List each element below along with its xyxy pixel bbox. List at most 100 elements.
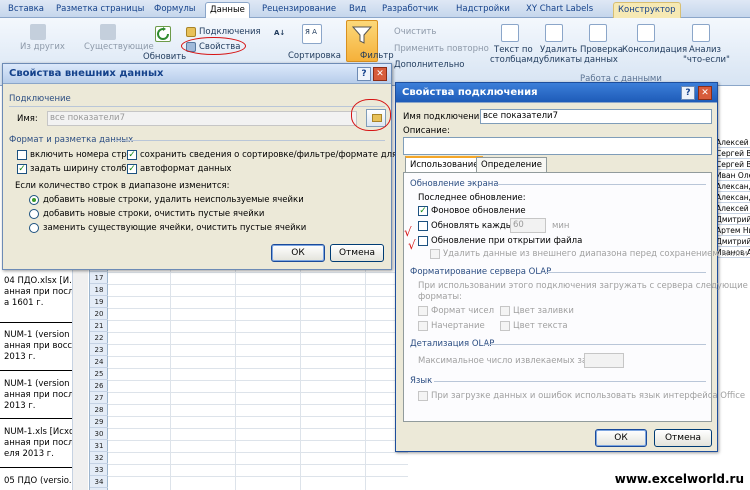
remove-data-label: Удалить данные из внешнего диапазона пер… (443, 249, 748, 259)
radio-overwrite[interactable] (29, 223, 39, 233)
tab-review[interactable]: Рецензирование (258, 2, 340, 18)
row-header[interactable]: 19 (90, 296, 108, 308)
row-header[interactable]: 32 (90, 452, 108, 464)
cell[interactable]: Сергей Вла (714, 159, 750, 170)
description-label: Описание: (403, 126, 450, 136)
row-header[interactable]: 20 (90, 308, 108, 320)
cell[interactable]: Александр (714, 181, 750, 192)
background-refresh-checkbox[interactable]: ✓ (418, 206, 428, 216)
preserve-sort-checkbox[interactable]: ✓ (127, 150, 137, 160)
close-button[interactable]: ✕ (373, 67, 387, 81)
list-item: анная при посл... (4, 287, 82, 297)
list-item: анная при посл... (4, 438, 82, 448)
cell[interactable]: Дмитрий Ю (714, 236, 750, 247)
list-item[interactable]: 04 ПДО.xlsx [И... (4, 276, 77, 286)
list-item[interactable]: 05 ПДО (versio... (4, 476, 77, 486)
sort-button[interactable]: Сортировка (288, 51, 341, 61)
data-validation-label-1[interactable]: Проверка (580, 45, 623, 55)
refresh-all-button[interactable]: Обновить (143, 52, 186, 62)
refresh-minutes-input[interactable]: 60 (510, 218, 546, 233)
cancel-button[interactable]: Отмена (330, 244, 384, 262)
row-header[interactable]: 23 (90, 344, 108, 356)
gridline (108, 308, 408, 309)
advanced-button[interactable]: Дополнительно (394, 60, 465, 70)
tab-data[interactable]: Данные (205, 2, 250, 18)
text-to-columns-label-2[interactable]: столбцам (490, 55, 533, 65)
connection-name-field[interactable]: все показатели7 (47, 111, 357, 126)
what-if-label-2[interactable]: "что-если" (683, 55, 730, 65)
radio-insert-delete[interactable] (29, 195, 39, 205)
row-header[interactable]: 29 (90, 416, 108, 428)
cell[interactable]: Сергей Вла (714, 148, 750, 159)
tab-definition[interactable]: Определение (476, 157, 547, 173)
from-other-sources-button[interactable]: Из других (20, 42, 65, 52)
tab-usage[interactable]: Использование (405, 156, 484, 173)
ok-button[interactable]: ОК (595, 429, 647, 447)
tab-page-layout[interactable]: Разметка страницы (52, 2, 148, 18)
help-button[interactable]: ? (681, 86, 695, 100)
row-header[interactable]: 28 (90, 404, 108, 416)
cell[interactable]: Алексей Анат (714, 203, 750, 214)
column-width-checkbox[interactable]: ✓ (17, 164, 27, 174)
data-validation-label-2[interactable]: данных (584, 55, 618, 65)
text-to-columns-label-1[interactable]: Текст по (494, 45, 533, 55)
text-color-checkbox[interactable] (500, 321, 510, 331)
connections-button[interactable]: Подключения (199, 27, 261, 37)
remove-duplicates-label-2[interactable]: дубликаты (533, 55, 582, 65)
row-header[interactable]: 33 (90, 464, 108, 476)
radio-insert-clear[interactable] (29, 209, 39, 219)
row-header[interactable]: 30 (90, 428, 108, 440)
reapply-button[interactable]: Применить повторно (394, 44, 489, 54)
row-numbers-label: включить номера строк (30, 150, 138, 160)
tab-view[interactable]: Вид (345, 2, 370, 18)
row-header[interactable]: 21 (90, 320, 108, 332)
font-style-checkbox[interactable] (418, 321, 428, 331)
text-to-columns-icon (501, 24, 519, 42)
tab-addins[interactable]: Надстройки (452, 2, 514, 18)
refresh-every-checkbox[interactable] (418, 221, 428, 231)
row-header[interactable]: 31 (90, 440, 108, 452)
connection-name-input[interactable]: все показатели7 (480, 109, 712, 124)
cell[interactable]: Иван Оле (714, 170, 750, 181)
row-numbers-checkbox[interactable] (17, 150, 27, 160)
list-item[interactable]: NUM-1.xls [Исхо... (4, 427, 82, 437)
tab-formulas[interactable]: Формулы (150, 2, 200, 18)
row-header[interactable]: 26 (90, 380, 108, 392)
row-header[interactable]: 17 (90, 272, 108, 284)
ok-button[interactable]: ОК (271, 244, 325, 262)
help-button[interactable]: ? (357, 67, 371, 81)
tab-developer[interactable]: Разработчик (378, 2, 443, 18)
row-header[interactable]: 22 (90, 332, 108, 344)
row-header[interactable]: 34 (90, 476, 108, 488)
row-header[interactable]: 27 (90, 392, 108, 404)
row-header[interactable]: 25 (90, 368, 108, 380)
what-if-label-1[interactable]: Анализ (689, 45, 721, 55)
remove-data-checkbox[interactable] (430, 249, 440, 259)
row-header[interactable]: 24 (90, 356, 108, 368)
cell[interactable]: Артем Нико (714, 225, 750, 236)
cell[interactable]: Александр (714, 192, 750, 203)
gridline (300, 260, 301, 490)
existing-connections-button[interactable]: Существующие (84, 42, 154, 52)
cell[interactable]: Алексей Ник (714, 137, 750, 148)
language-checkbox[interactable] (418, 391, 428, 401)
max-records-input[interactable] (584, 353, 624, 368)
remove-duplicates-label-1[interactable]: Удалить (540, 45, 577, 55)
cancel-button[interactable]: Отмена (654, 429, 712, 447)
dialog-title: Свойства подключения (396, 83, 717, 103)
fill-color-checkbox[interactable] (500, 306, 510, 316)
refresh-on-open-checkbox[interactable] (418, 236, 428, 246)
tab-insert[interactable]: Вставка (4, 2, 48, 18)
consolidate-button[interactable]: Консолидация (622, 45, 687, 55)
row-header[interactable]: 18 (90, 284, 108, 296)
description-input[interactable] (403, 137, 712, 155)
tab-designer[interactable]: Конструктор (613, 2, 681, 18)
autoformat-checkbox[interactable]: ✓ (127, 164, 137, 174)
gridline (108, 416, 408, 417)
close-button[interactable]: ✕ (698, 86, 712, 100)
clear-button[interactable]: Очистить (394, 27, 436, 37)
olap-section-label: Форматирование сервера OLAP (410, 267, 552, 277)
cell[interactable]: Дмитрий Ни (714, 214, 750, 225)
number-format-checkbox[interactable] (418, 306, 428, 316)
tab-xy-chart-labels[interactable]: XY Chart Labels (522, 2, 597, 18)
